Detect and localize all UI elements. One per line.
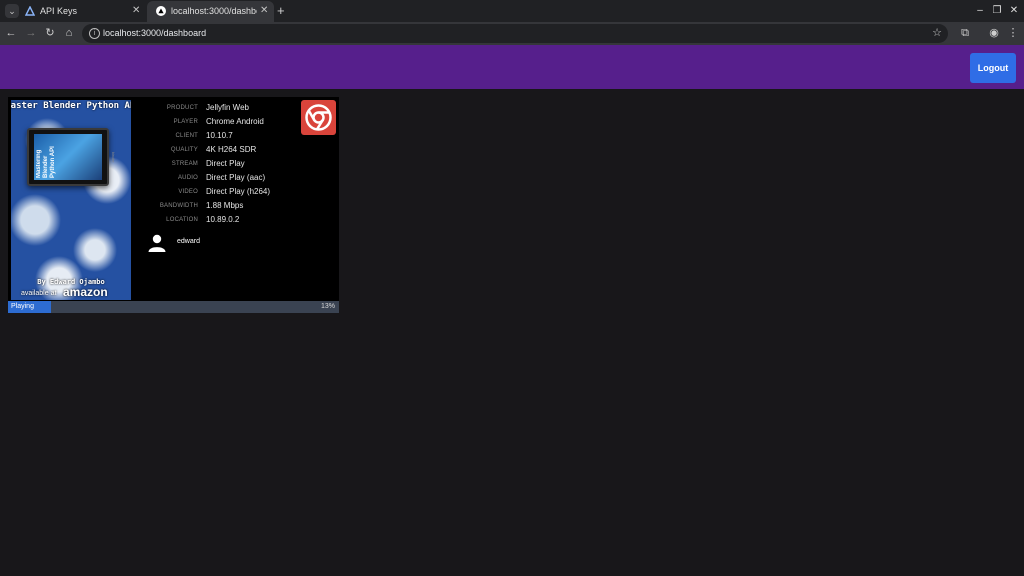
browser-tabstrip: ⌄ API Keys ✕ localhost:3000/dashboard ✕ … — [0, 0, 1024, 22]
detail-value: Direct Play (h264) — [206, 187, 271, 196]
detail-value: Jellyfin Web — [206, 103, 249, 112]
media-poster: Master Blender Python API Mastering Blen… — [11, 100, 131, 300]
detail-row-quality: QUALITY 4K H264 SDR — [132, 143, 312, 157]
detail-value: 10.89.0.2 — [206, 215, 240, 224]
detail-row-product: PRODUCT Jellyfin Web — [132, 101, 312, 115]
progress-percent: 13% — [320, 303, 335, 310]
detail-value: Direct Play — [206, 159, 245, 168]
tab-dashboard[interactable]: localhost:3000/dashboard ✕ — [147, 1, 274, 22]
tab-title: API Keys — [40, 6, 78, 16]
dashboard-favicon-icon — [156, 6, 166, 16]
restore-icon[interactable]: ❐ — [989, 0, 1005, 22]
book-image: Mastering Blender Python API kindle — [27, 128, 116, 186]
detail-row-client: CLIENT 10.10.7 — [132, 129, 312, 143]
detail-value: 10.10.7 — [206, 131, 233, 140]
detail-row-video: VIDEO Direct Play (h264) — [132, 185, 312, 199]
tab-api-keys[interactable]: API Keys ✕ — [16, 1, 146, 22]
book-brand: kindle — [111, 152, 116, 163]
detail-row-player: PLAYER Chrome Android — [132, 115, 312, 129]
close-tab-icon[interactable]: ✕ — [132, 1, 140, 21]
detail-row-stream: STREAM Direct Play — [132, 157, 312, 171]
detail-label: LOCATION — [166, 217, 198, 223]
book-title: Mastering Blender Python API — [36, 146, 56, 178]
logout-button[interactable]: Logout — [970, 53, 1016, 83]
detail-value: Direct Play (aac) — [206, 173, 266, 182]
detail-label: PRODUCT — [166, 105, 198, 111]
forward-icon[interactable]: → — [24, 26, 38, 40]
back-icon[interactable]: ← — [4, 26, 18, 40]
playback-state: Playing — [11, 303, 34, 310]
tab-title: localhost:3000/dashboard — [171, 6, 257, 16]
user-name: edward — [177, 238, 200, 245]
site-info-icon[interactable]: i — [89, 28, 100, 39]
detail-label: PLAYER — [173, 119, 198, 125]
profile-icon[interactable]: ◉ — [987, 26, 1001, 40]
detail-value: Chrome Android — [206, 117, 264, 126]
amazon-logo: amazon — [63, 285, 108, 299]
detail-value: 1.88 Mbps — [206, 201, 244, 210]
minimize-icon[interactable]: – — [972, 0, 988, 22]
api-keys-favicon-icon — [25, 6, 35, 16]
chrome-icon — [301, 100, 336, 135]
detail-label: AUDIO — [177, 175, 198, 181]
close-window-icon[interactable]: ✕ — [1006, 0, 1022, 22]
address-bar[interactable]: i localhost:3000/dashboard ☆ — [82, 24, 948, 43]
reload-icon[interactable]: ↻ — [43, 26, 57, 40]
detail-label: STREAM — [171, 161, 198, 167]
home-icon[interactable]: ⌂ — [62, 26, 76, 40]
detail-row-audio: AUDIO Direct Play (aac) — [132, 171, 312, 185]
app-header: Logout — [0, 45, 1024, 89]
more-menu-icon[interactable]: ⋮ — [1006, 26, 1020, 40]
detail-row-bandwidth: BANDWIDTH 1.88 Mbps — [132, 199, 312, 213]
close-tab-icon[interactable]: ✕ — [260, 1, 268, 21]
detail-label: QUALITY — [170, 147, 198, 153]
extensions-icon[interactable]: ⧉ — [958, 26, 972, 40]
bookmark-star-icon[interactable]: ☆ — [932, 24, 942, 43]
playback-progress-bar: Playing 13% — [8, 301, 339, 313]
poster-title: Master Blender Python API — [11, 101, 131, 111]
detail-label: CLIENT — [175, 133, 198, 139]
new-tab-button[interactable]: + — [277, 1, 285, 21]
detail-row-location: LOCATION 10.89.0.2 — [132, 213, 312, 227]
session-card: Master Blender Python API Mastering Blen… — [8, 97, 339, 313]
url-text[interactable]: localhost:3000/dashboard — [103, 24, 206, 43]
browser-toolbar: ← → ↻ ⌂ i localhost:3000/dashboard ☆ ⧉ ◉… — [0, 22, 1024, 45]
poster-available-text: available at — [21, 290, 57, 297]
user-icon — [148, 234, 166, 252]
chrome-logo-icon — [305, 104, 332, 131]
detail-label: BANDWIDTH — [159, 203, 198, 209]
detail-value: 4K H264 SDR — [206, 145, 257, 154]
detail-label: VIDEO — [178, 189, 198, 195]
